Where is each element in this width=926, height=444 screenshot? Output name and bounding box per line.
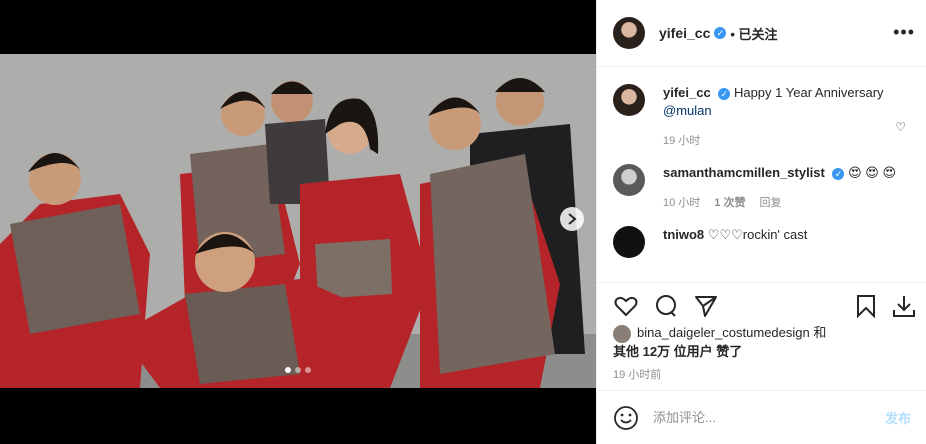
comment-body: samanthamcmillen_stylist ✓ 😍 😍 😍 10 小时 1… [663, 164, 896, 212]
comment-reply[interactable]: 回复 [759, 194, 781, 212]
carousel-dots [285, 367, 311, 373]
comment-text: ♡♡♡rockin' cast [707, 227, 808, 242]
caption-body: yifei_cc ✓ Happy 1 Year Anniversary @mul… [663, 84, 884, 150]
post-header: yifei_cc ✓ • 已关注 ••• [597, 0, 926, 67]
carousel-dot [305, 367, 311, 373]
chevron-right-icon [568, 213, 577, 225]
verified-badge-icon: ✓ [832, 167, 845, 180]
share-paper-plane-icon[interactable] [693, 293, 719, 319]
download-icon[interactable] [891, 293, 917, 319]
post-side-panel: yifei_cc ✓ • 已关注 ••• yifei_cc ✓ Happy 1 … [596, 0, 926, 444]
comment-like-heart-icon[interactable]: ♡ [895, 120, 906, 134]
comment-meta: 10 小时 1 次赞 回复 [663, 194, 896, 212]
verified-badge-icon: ✓ [714, 27, 727, 39]
caption-time: 19 小时 [663, 135, 701, 147]
caption-meta: 19 小时 [663, 132, 884, 150]
avatar[interactable] [613, 324, 631, 343]
likes-suffix: 和 [809, 325, 827, 340]
follow-status[interactable]: • 已关注 [730, 24, 777, 43]
post-timestamp: 19 小时前 [613, 369, 662, 381]
avatar[interactable] [613, 226, 645, 258]
comment-likes[interactable]: 1 次赞 [714, 194, 745, 212]
comment-time: 10 小时 [663, 197, 701, 209]
emoji-smiley-icon[interactable] [613, 405, 639, 431]
comment-composer: 发布 [597, 390, 926, 444]
post-media [0, 0, 596, 444]
like-heart-icon[interactable] [613, 293, 639, 319]
likes-count[interactable]: 其他 12万 位用户 赞了 [613, 344, 742, 359]
mention-link[interactable]: @mulan [663, 103, 712, 118]
carousel-dot [285, 367, 291, 373]
header-username[interactable]: yifei_cc [659, 25, 710, 41]
likes-summary: bina_daigeler_costumedesign 和 其他 12万 位用户… [613, 324, 913, 361]
save-bookmark-icon[interactable] [853, 293, 879, 319]
comments-list[interactable]: yifei_cc ✓ Happy 1 Year Anniversary @mul… [597, 68, 926, 274]
post-photo[interactable] [0, 54, 596, 388]
post-comment-button[interactable]: 发布 [885, 408, 911, 427]
photo-illustration [0, 54, 596, 388]
more-options-icon[interactable]: ••• [893, 22, 915, 43]
caption-username[interactable]: yifei_cc [663, 85, 711, 100]
comment-username[interactable]: samanthamcmillen_stylist [663, 165, 825, 180]
avatar[interactable] [613, 84, 645, 116]
comment-text: 😍 😍 😍 [848, 165, 896, 180]
verified-badge-icon: ✓ [718, 87, 731, 100]
carousel-next-button[interactable] [560, 207, 584, 231]
comment-row: tniwo8 ♡♡♡rockin' cast [613, 226, 911, 258]
avatar[interactable] [613, 164, 645, 196]
comment-body: tniwo8 ♡♡♡rockin' cast [663, 226, 807, 258]
avatar[interactable] [613, 17, 645, 49]
comment-row: samanthamcmillen_stylist ✓ 😍 😍 😍 10 小时 1… [613, 164, 911, 212]
comment-username[interactable]: tniwo8 [663, 227, 704, 242]
instagram-post: yifei_cc ✓ • 已关注 ••• yifei_cc ✓ Happy 1 … [0, 0, 926, 444]
comment-bubble-icon[interactable] [653, 293, 679, 319]
comment-input[interactable] [653, 410, 885, 425]
caption-text: Happy 1 Year Anniversary [733, 85, 884, 100]
likes-user[interactable]: bina_daigeler_costumedesign [637, 325, 810, 340]
carousel-dot [295, 367, 301, 373]
caption-row: yifei_cc ✓ Happy 1 Year Anniversary @mul… [613, 84, 911, 150]
post-actions [597, 282, 926, 326]
